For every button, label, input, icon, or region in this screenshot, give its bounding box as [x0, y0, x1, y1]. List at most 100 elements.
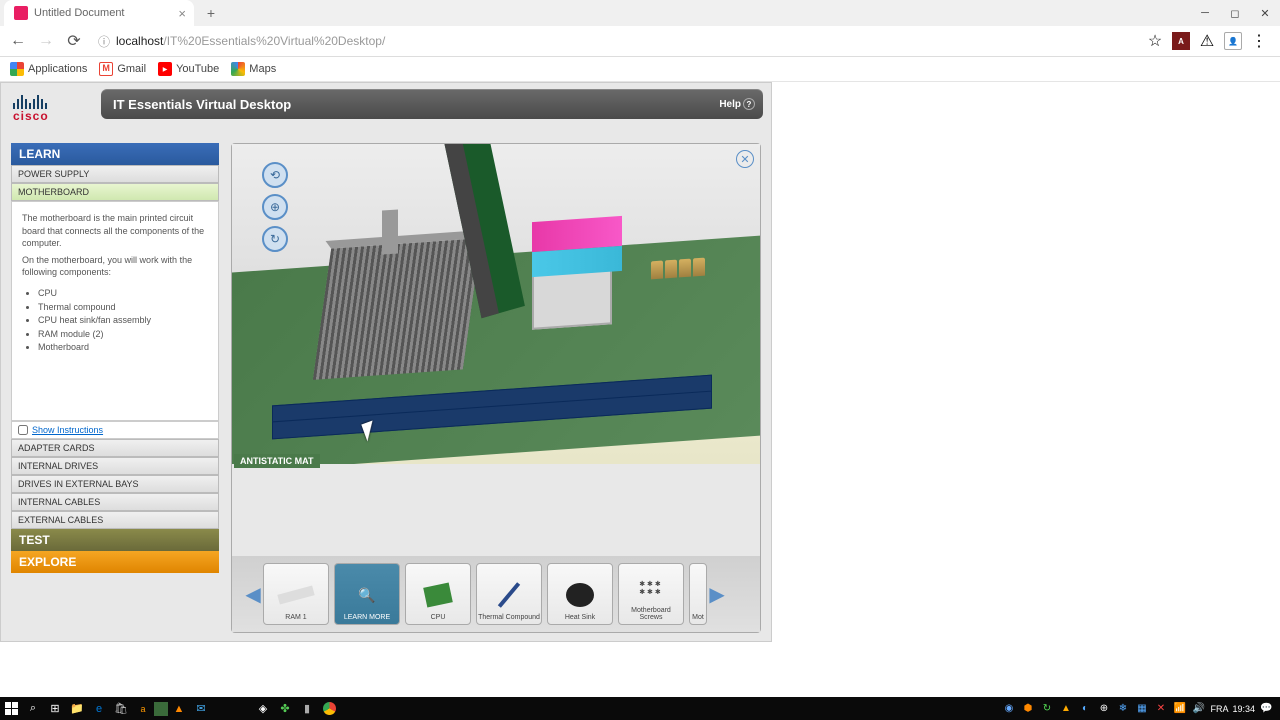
nav-external-bays[interactable]: DRIVES IN EXTERNAL BAYS [11, 475, 219, 493]
search-button[interactable]: ⌕ [22, 698, 44, 720]
tray-icon[interactable]: ◉ [1001, 701, 1016, 716]
thermal-thumb-icon [489, 579, 529, 611]
extension-adobe-icon[interactable]: A [1172, 32, 1190, 50]
tray-item-motherboard[interactable]: Mot [689, 563, 707, 625]
dropbox-icon[interactable]: ◈ [252, 698, 274, 720]
menu-icon[interactable]: ⋮ [1250, 32, 1268, 50]
tray-icon[interactable]: ❄ [1115, 701, 1130, 716]
tray-icon[interactable]: ▦ [1134, 701, 1149, 716]
section-learn[interactable]: LEARN [11, 143, 219, 165]
tray-icon[interactable]: ↻ [1039, 701, 1054, 716]
url-input[interactable]: ⓘ localhost/IT%20Essentials%20Virtual%20… [90, 33, 1142, 50]
apps-icon [10, 62, 24, 76]
tray-icon[interactable]: ✕ [1153, 701, 1168, 716]
windows-icon [5, 702, 18, 715]
app-icon-3[interactable]: ▮ [296, 698, 318, 720]
show-instructions-toggle[interactable]: Show Instructions [11, 421, 219, 439]
close-scene-button[interactable]: ✕ [736, 150, 754, 168]
help-button[interactable]: Help? [719, 98, 755, 110]
app-icon-1[interactable] [154, 702, 168, 716]
heatsink-thumb-icon [560, 579, 600, 611]
capacitors-graphic [650, 257, 720, 302]
nav-motherboard[interactable]: MOTHERBOARD [11, 183, 219, 201]
bookmark-star-icon[interactable]: ☆ [1146, 32, 1164, 50]
task-view-button[interactable]: ⊞ [44, 698, 66, 720]
clock[interactable]: 19:34 [1232, 704, 1255, 714]
sidebar: LEARN POWER SUPPLY MOTHERBOARD The mothe… [11, 143, 219, 573]
nav-internal-drives[interactable]: INTERNAL DRIVES [11, 457, 219, 475]
tray-item-thermal[interactable]: Thermal Compound [476, 563, 542, 625]
tray-item-screws[interactable]: ✱✱✱✱✱✱ Motherboard Screws [618, 563, 684, 625]
app-title-bar: IT Essentials Virtual Desktop Help? [101, 89, 763, 119]
profile-icon[interactable]: 👤 [1224, 32, 1242, 50]
url-host: localhost [116, 34, 163, 48]
minimize-button[interactable]: ─ [1190, 0, 1220, 26]
mail-icon[interactable]: ✉ [190, 698, 212, 720]
site-info-icon[interactable]: ⓘ [98, 33, 110, 50]
store-icon[interactable]: 🛍 [110, 698, 132, 720]
extension-warning-icon[interactable]: ⚠ [1198, 32, 1216, 50]
nav-external-cables[interactable]: EXTERNAL CABLES [11, 511, 219, 529]
tray-icon[interactable]: ▲ [1058, 701, 1073, 716]
forward-button[interactable]: → [34, 29, 58, 53]
heatsink-graphic [313, 238, 481, 380]
tray-next-button[interactable]: ▶ [712, 574, 722, 614]
rotate-button[interactable]: ⟲ [262, 162, 288, 188]
notifications-icon[interactable]: 💬 [1259, 701, 1274, 716]
tray-item-heatsink[interactable]: Heat Sink [547, 563, 613, 625]
language-indicator[interactable]: FRA [1210, 704, 1228, 714]
zoom-button[interactable]: ⊕ [262, 194, 288, 220]
favicon-icon [14, 6, 28, 20]
section-explore[interactable]: EXPLORE [11, 551, 219, 573]
back-button[interactable]: ← [6, 29, 30, 53]
chrome-icon[interactable] [318, 698, 340, 720]
chipset-graphic [532, 216, 622, 277]
start-button[interactable] [0, 697, 22, 720]
file-explorer-icon[interactable]: 📁 [66, 698, 88, 720]
tray-icon[interactable]: ⬢ [1020, 701, 1035, 716]
bookmark-youtube[interactable]: ▶ YouTube [158, 62, 219, 76]
network-icon[interactable]: 📶 [1172, 701, 1187, 716]
cisco-logo: cisco [13, 91, 49, 123]
vlc-icon[interactable]: ▲ [168, 698, 190, 720]
apps-button[interactable]: Applications [10, 62, 87, 76]
tray-icon[interactable]: ⊕ [1096, 701, 1111, 716]
close-icon[interactable]: × [178, 6, 186, 21]
app-icon-2[interactable]: ✤ [274, 698, 296, 720]
tray-item-cpu[interactable]: CPU [405, 563, 471, 625]
bookmark-maps[interactable]: Maps [231, 62, 276, 76]
bookmark-gmail[interactable]: M Gmail [99, 62, 146, 76]
url-path: /IT%20Essentials%20Virtual%20Desktop/ [163, 34, 385, 48]
scene-3d[interactable]: ✕ ⟲ ⊕ ↻ [232, 144, 760, 464]
nav-adapter-cards[interactable]: ADAPTER CARDS [11, 439, 219, 457]
reload-button[interactable]: ⟳ [62, 29, 86, 53]
nav-internal-cables[interactable]: INTERNAL CABLES [11, 493, 219, 511]
window-titlebar: Untitled Document × + ─ ◻ ✕ [0, 0, 1280, 26]
tray-prev-button[interactable]: ◀ [248, 574, 258, 614]
maps-icon [231, 62, 245, 76]
cpu-socket-graphic [532, 269, 612, 330]
vrm-graphic [382, 209, 398, 254]
tray-item-learn-more[interactable]: 🔍 LEARN MORE [334, 563, 400, 625]
close-button[interactable]: ✕ [1250, 0, 1280, 26]
info-panel: The motherboard is the main printed circ… [11, 201, 219, 421]
magnifier-icon: 🔍 [347, 579, 387, 611]
nav-power-supply[interactable]: POWER SUPPLY [11, 165, 219, 183]
browser-tab[interactable]: Untitled Document × [4, 0, 194, 26]
section-test[interactable]: TEST [11, 529, 219, 551]
show-instructions-checkbox[interactable] [18, 425, 28, 435]
new-tab-button[interactable]: + [202, 4, 220, 22]
component-tray: ◀ RAM 1 🔍 LEARN MORE CPU Thermal Compoun… [232, 556, 760, 632]
app-frame: cisco IT Essentials Virtual Desktop Help… [0, 82, 772, 642]
volume-icon[interactable]: 🔊 [1191, 701, 1206, 716]
tab-title: Untitled Document [34, 7, 125, 19]
reset-view-button[interactable]: ↻ [262, 226, 288, 252]
app-title: IT Essentials Virtual Desktop [113, 97, 291, 112]
tray-item-ram1[interactable]: RAM 1 [263, 563, 329, 625]
maximize-button[interactable]: ◻ [1220, 0, 1250, 26]
edge-icon[interactable]: e [88, 698, 110, 720]
tray-icon[interactable]: ◐ [1077, 701, 1092, 716]
amazon-icon[interactable]: a [132, 698, 154, 720]
antistatic-mat-label: ANTISTATIC MAT [234, 454, 320, 468]
bookmarks-bar: Applications M Gmail ▶ YouTube Maps [0, 57, 1280, 82]
